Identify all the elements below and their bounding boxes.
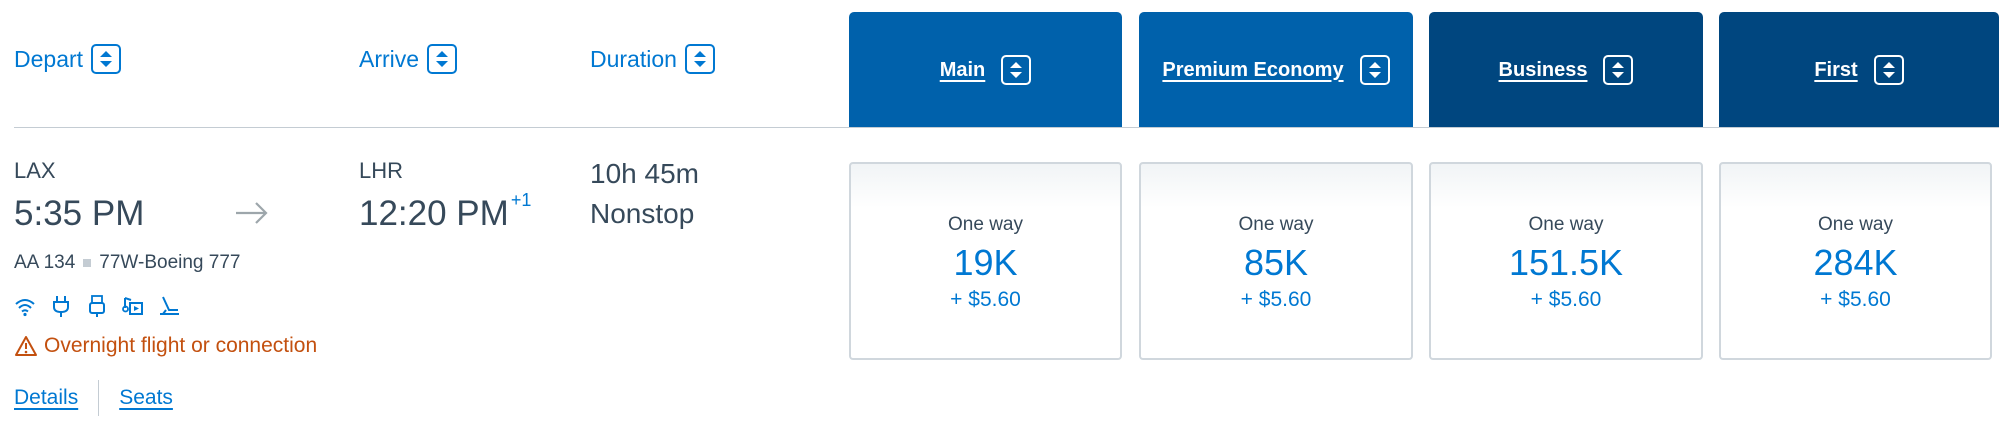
fare-label: One way [1818,214,1893,235]
sort-icon[interactable] [1359,55,1390,85]
cabin-header-business[interactable]: Business [1429,12,1703,128]
flight-links: Details Seats [14,380,173,416]
cabin-header-first[interactable]: First [1719,12,1999,128]
depart-header-label: Depart [14,45,84,72]
cabin-label-main[interactable]: Main [940,59,986,82]
fare-label: One way [1528,214,1604,235]
sort-icon[interactable] [427,44,458,74]
aircraft-type: 77W-Boeing 777 [99,252,241,273]
flight-duration: 10h 45m [590,158,699,189]
arrive-header-label: Arrive [359,45,420,72]
flight-stops: Nonstop [590,198,695,229]
duration-header-label: Duration [590,45,677,72]
fare-miles: 284K [1813,242,1898,283]
flight-number: AA 134 [14,252,76,273]
cabin-header-main[interactable]: Main [849,12,1122,128]
fare-tax: + $5.60 [1240,288,1312,311]
lie-flat-seat-icon [158,294,180,318]
fare-miles: 151.5K [1508,242,1624,283]
flight-info: AA 134 77W-Boeing 777 [14,252,240,274]
sort-icon[interactable] [1603,55,1634,85]
fare-tax: + $5.60 [950,288,1021,311]
header-divider [14,127,1999,128]
sort-icon[interactable] [684,44,715,74]
sort-icon[interactable] [1001,55,1032,85]
separator [83,259,92,267]
wifi-icon [14,294,36,318]
fare-card-main[interactable]: One way 19K + $5.60 [849,162,1122,360]
sort-duration-header[interactable]: Duration [590,42,715,76]
warning-text: Overnight flight or connection [44,334,318,357]
power-outlet-icon [50,294,72,318]
warning-icon [15,336,37,356]
cabin-label-business[interactable]: Business [1499,59,1588,82]
link-separator [98,380,100,416]
fare-card-first[interactable]: One way 284K + $5.60 [1719,162,1992,360]
entertainment-icon [122,294,144,318]
arrow-right-icon [234,200,270,226]
sort-icon[interactable] [1873,55,1904,85]
seats-link[interactable]: Seats [119,386,173,410]
sort-arrive-header[interactable]: Arrive [359,42,458,76]
overnight-warning: Overnight flight or connection [14,334,317,358]
origin-airport: LAX [14,158,56,183]
arrive-time: 12:20 PM +1 [359,190,531,234]
destination-airport: LHR [359,158,404,183]
fare-miles: 19K [953,242,1018,283]
arrive-time-value: 12:20 PM [359,194,509,233]
cabin-label-first[interactable]: First [1814,59,1857,82]
cabin-header-premium-economy[interactable]: Premium Economy [1139,12,1413,128]
fare-label: One way [948,214,1023,235]
amenities [14,294,180,318]
fare-tax: + $5.60 [1530,288,1602,311]
sort-icon[interactable] [91,44,122,74]
fare-card-business[interactable]: One way 151.5K + $5.60 [1429,162,1703,360]
fare-label: One way [1238,214,1314,235]
fare-card-premium-economy[interactable]: One way 85K + $5.60 [1139,162,1413,360]
depart-time: 5:35 PM [14,194,145,233]
fare-tax: + $5.60 [1820,288,1891,311]
details-link[interactable]: Details [14,386,78,410]
sort-depart-header[interactable]: Depart [14,42,122,76]
day-offset: +1 [510,190,532,211]
fare-miles: 85K [1243,242,1309,283]
cabin-label-premium-economy[interactable]: Premium Economy [1162,59,1343,82]
usb-icon [86,294,108,318]
